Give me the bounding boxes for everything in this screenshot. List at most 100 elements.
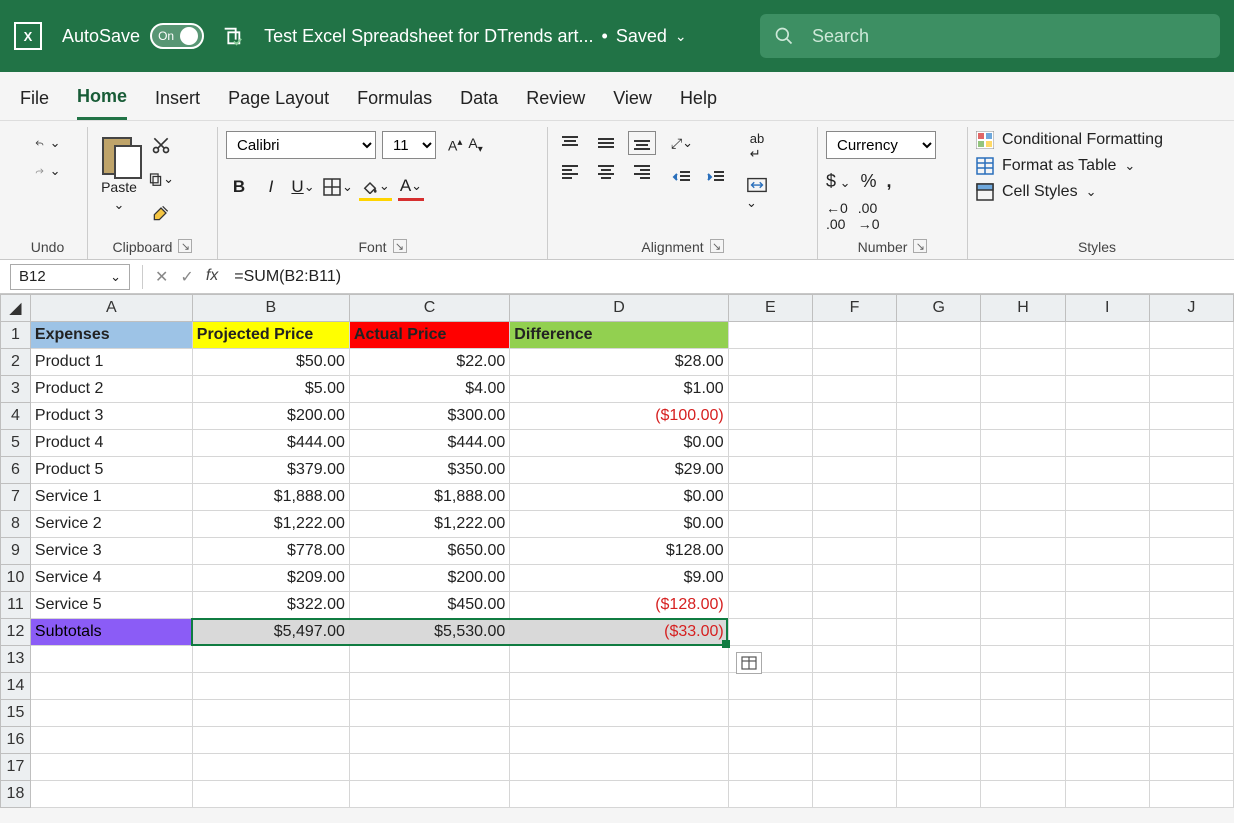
- cell-G2[interactable]: [897, 349, 981, 376]
- row-header-4[interactable]: 4: [1, 403, 31, 430]
- cell-H12[interactable]: [981, 619, 1065, 646]
- cell-H1[interactable]: [981, 322, 1065, 349]
- cell-H11[interactable]: [981, 592, 1065, 619]
- cell-G9[interactable]: [897, 538, 981, 565]
- accounting-format-button[interactable]: $ ⌄: [826, 171, 851, 192]
- align-center-button[interactable]: [592, 159, 620, 183]
- cell-A18[interactable]: [30, 781, 192, 808]
- cell-I14[interactable]: [1065, 673, 1149, 700]
- bold-button[interactable]: B: [226, 173, 252, 201]
- cell-J9[interactable]: [1149, 538, 1233, 565]
- cell-D12[interactable]: ($33.00): [510, 619, 728, 646]
- row-header-16[interactable]: 16: [1, 727, 31, 754]
- cell-B16[interactable]: [192, 727, 349, 754]
- font-size-select[interactable]: 11: [382, 131, 436, 159]
- number-launcher[interactable]: ↘: [913, 239, 927, 253]
- cell-F18[interactable]: [812, 781, 896, 808]
- decrease-decimal-button[interactable]: .00→0: [858, 200, 880, 232]
- sync-icon[interactable]: [220, 24, 244, 48]
- cut-button[interactable]: [148, 133, 174, 157]
- cell-G14[interactable]: [897, 673, 981, 700]
- undo-button[interactable]: ⌄: [35, 131, 61, 155]
- cell-A12[interactable]: Subtotals: [30, 619, 192, 646]
- cell-G10[interactable]: [897, 565, 981, 592]
- cell-B13[interactable]: [192, 646, 349, 673]
- cell-E3[interactable]: [728, 376, 812, 403]
- cell-F9[interactable]: [812, 538, 896, 565]
- formula-input[interactable]: =SUM(B2:B11): [224, 268, 1234, 286]
- cell-B3[interactable]: $5.00: [192, 376, 349, 403]
- cell-A9[interactable]: Service 3: [30, 538, 192, 565]
- cell-I3[interactable]: [1065, 376, 1149, 403]
- column-header-C[interactable]: C: [349, 295, 509, 322]
- cell-A17[interactable]: [30, 754, 192, 781]
- name-box[interactable]: B12 ⌄: [10, 264, 130, 290]
- cell-C7[interactable]: $1,888.00: [349, 484, 509, 511]
- row-header-17[interactable]: 17: [1, 754, 31, 781]
- number-format-select[interactable]: Currency: [826, 131, 936, 159]
- cell-H5[interactable]: [981, 430, 1065, 457]
- cell-I1[interactable]: [1065, 322, 1149, 349]
- paste-button[interactable]: Paste ⌄: [96, 131, 142, 213]
- cell-A2[interactable]: Product 1: [30, 349, 192, 376]
- cell-F2[interactable]: [812, 349, 896, 376]
- increase-font-button[interactable]: A▴: [448, 137, 462, 154]
- cell-F13[interactable]: [812, 646, 896, 673]
- cell-E16[interactable]: [728, 727, 812, 754]
- cell-G18[interactable]: [897, 781, 981, 808]
- cell-D11[interactable]: ($128.00): [510, 592, 728, 619]
- row-header-10[interactable]: 10: [1, 565, 31, 592]
- row-header-13[interactable]: 13: [1, 646, 31, 673]
- cell-B10[interactable]: $209.00: [192, 565, 349, 592]
- cell-H2[interactable]: [981, 349, 1065, 376]
- column-header-B[interactable]: B: [192, 295, 349, 322]
- cell-J10[interactable]: [1149, 565, 1233, 592]
- cell-A6[interactable]: Product 5: [30, 457, 192, 484]
- fill-color-button[interactable]: ⌄: [359, 173, 392, 201]
- cell-I7[interactable]: [1065, 484, 1149, 511]
- tab-page-layout[interactable]: Page Layout: [228, 88, 329, 119]
- cell-A15[interactable]: [30, 700, 192, 727]
- document-title[interactable]: Test Excel Spreadsheet for DTrends art..…: [264, 26, 687, 47]
- decrease-indent-button[interactable]: [668, 165, 696, 189]
- font-launcher[interactable]: ↘: [393, 239, 407, 253]
- cell-I11[interactable]: [1065, 592, 1149, 619]
- cell-A5[interactable]: Product 4: [30, 430, 192, 457]
- cell-F6[interactable]: [812, 457, 896, 484]
- row-header-2[interactable]: 2: [1, 349, 31, 376]
- cell-G4[interactable]: [897, 403, 981, 430]
- cell-F16[interactable]: [812, 727, 896, 754]
- cell-H16[interactable]: [981, 727, 1065, 754]
- cell-H7[interactable]: [981, 484, 1065, 511]
- row-header-3[interactable]: 3: [1, 376, 31, 403]
- cell-B14[interactable]: [192, 673, 349, 700]
- cell-J16[interactable]: [1149, 727, 1233, 754]
- cell-C1[interactable]: Actual Price: [349, 322, 509, 349]
- cell-H9[interactable]: [981, 538, 1065, 565]
- tab-formulas[interactable]: Formulas: [357, 88, 432, 119]
- cell-G17[interactable]: [897, 754, 981, 781]
- cell-G1[interactable]: [897, 322, 981, 349]
- chevron-down-icon[interactable]: ⌄: [675, 28, 687, 45]
- cell-D2[interactable]: $28.00: [510, 349, 728, 376]
- cell-B4[interactable]: $200.00: [192, 403, 349, 430]
- row-header-11[interactable]: 11: [1, 592, 31, 619]
- cell-G6[interactable]: [897, 457, 981, 484]
- cell-B11[interactable]: $322.00: [192, 592, 349, 619]
- cell-C13[interactable]: [349, 646, 509, 673]
- format-painter-button[interactable]: [148, 201, 174, 225]
- clipboard-launcher[interactable]: ↘: [178, 239, 192, 253]
- align-bottom-button[interactable]: [628, 131, 656, 155]
- tab-data[interactable]: Data: [460, 88, 498, 119]
- cell-J2[interactable]: [1149, 349, 1233, 376]
- column-header-G[interactable]: G: [897, 295, 981, 322]
- cell-I13[interactable]: [1065, 646, 1149, 673]
- cell-D9[interactable]: $128.00: [510, 538, 728, 565]
- cell-E6[interactable]: [728, 457, 812, 484]
- cell-B18[interactable]: [192, 781, 349, 808]
- cell-B5[interactable]: $444.00: [192, 430, 349, 457]
- cancel-formula-button[interactable]: ✕: [155, 267, 168, 287]
- cell-F15[interactable]: [812, 700, 896, 727]
- cell-H17[interactable]: [981, 754, 1065, 781]
- cell-C17[interactable]: [349, 754, 509, 781]
